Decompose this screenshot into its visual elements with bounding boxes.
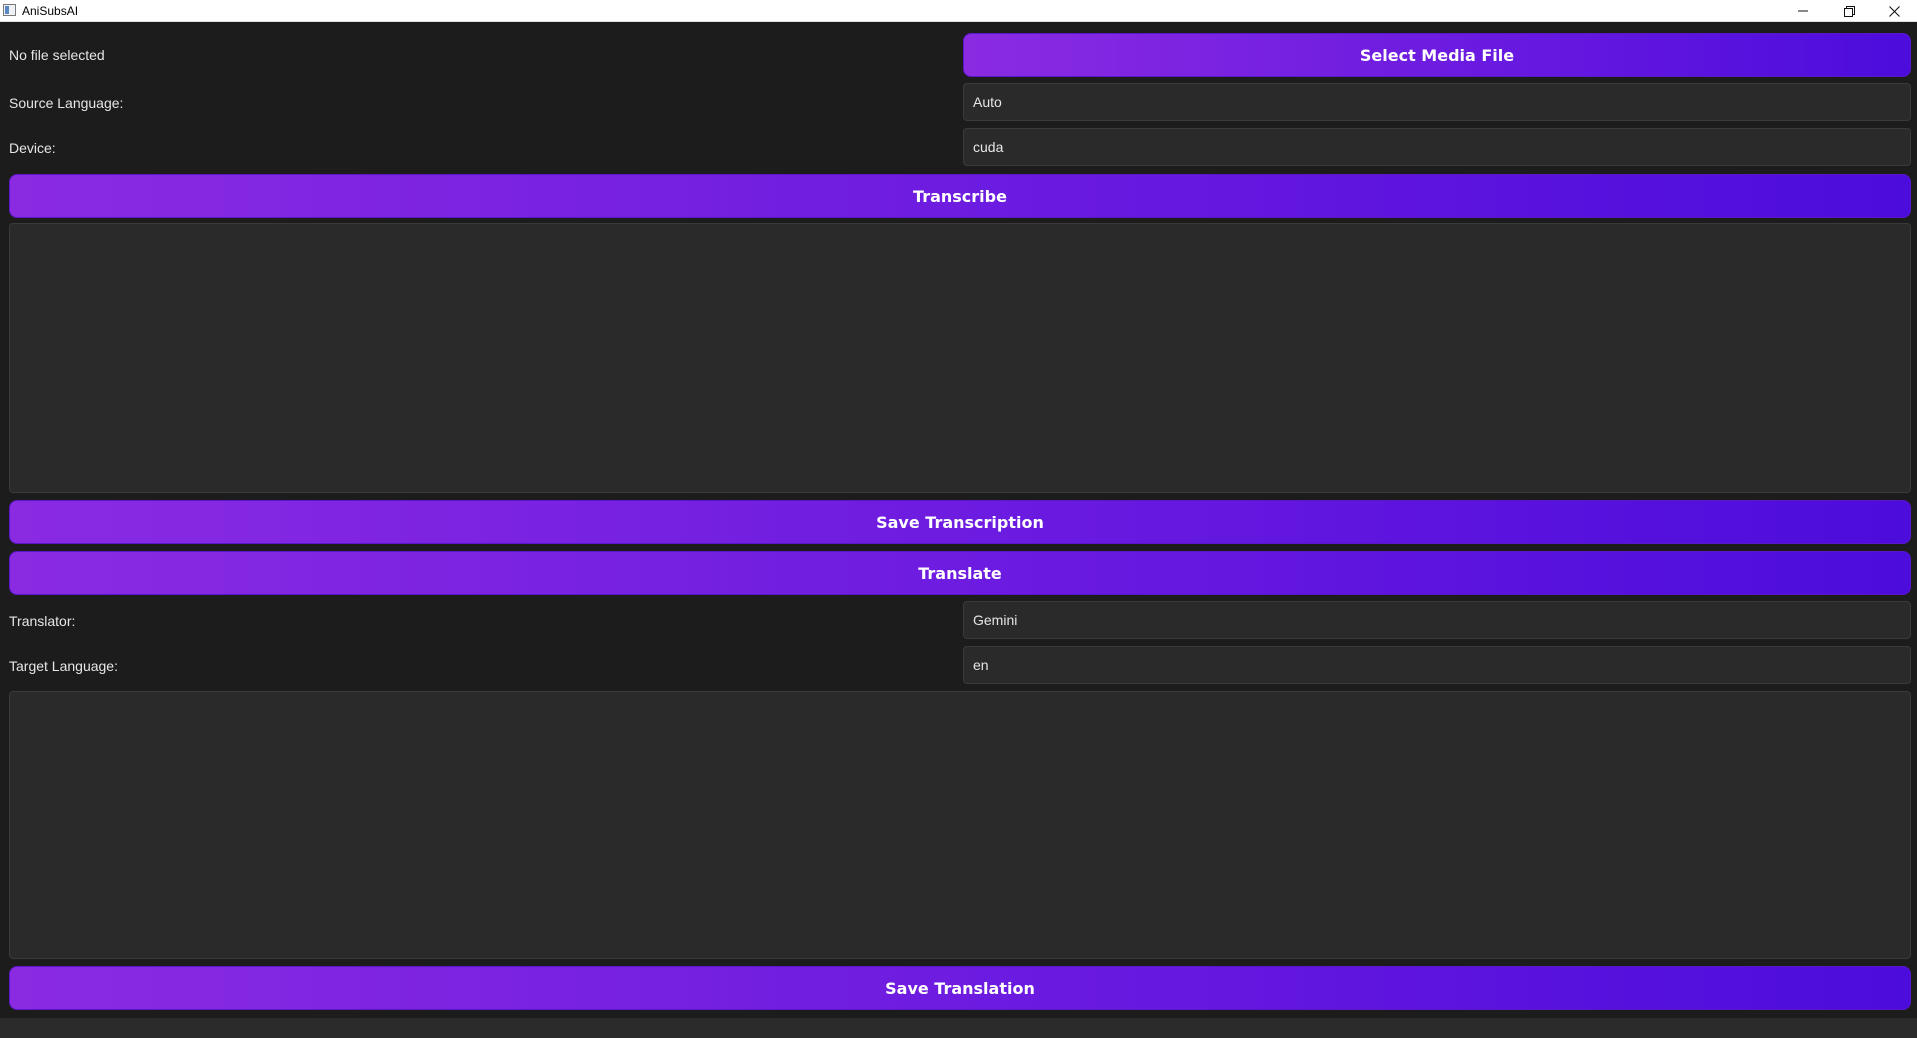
file-status-label: No file selected bbox=[9, 47, 105, 63]
translator-select[interactable]: Gemini bbox=[963, 601, 1911, 639]
device-select[interactable]: cuda bbox=[963, 128, 1911, 166]
select-media-file-button[interactable]: Select Media File bbox=[963, 33, 1911, 77]
minimize-icon bbox=[1798, 10, 1808, 12]
transcription-textarea[interactable] bbox=[9, 223, 1911, 493]
app-icon bbox=[3, 4, 16, 16]
minimize-button[interactable] bbox=[1780, 0, 1826, 21]
close-icon bbox=[1888, 5, 1900, 17]
save-translation-button[interactable]: Save Translation bbox=[9, 966, 1911, 1010]
target-language-label: Target Language: bbox=[9, 658, 118, 674]
translate-button[interactable]: Translate bbox=[9, 551, 1911, 595]
window-title: AniSubsAI bbox=[22, 4, 79, 18]
translator-label: Translator: bbox=[9, 613, 76, 629]
device-label: Device: bbox=[9, 140, 56, 156]
target-language-select[interactable]: en bbox=[963, 646, 1911, 684]
restore-icon bbox=[1843, 5, 1855, 17]
source-language-select[interactable]: Auto bbox=[963, 83, 1911, 121]
restore-button[interactable] bbox=[1826, 0, 1872, 21]
app-window: AniSubsAI No file selected Select Media … bbox=[0, 0, 1917, 1038]
transcribe-button[interactable]: Transcribe bbox=[9, 174, 1911, 218]
title-bar[interactable]: AniSubsAI bbox=[0, 0, 1917, 22]
status-bar bbox=[0, 1018, 1917, 1038]
translation-textarea[interactable] bbox=[9, 691, 1911, 959]
source-language-label: Source Language: bbox=[9, 95, 124, 111]
close-button[interactable] bbox=[1871, 0, 1917, 21]
save-transcription-button[interactable]: Save Transcription bbox=[9, 500, 1911, 544]
